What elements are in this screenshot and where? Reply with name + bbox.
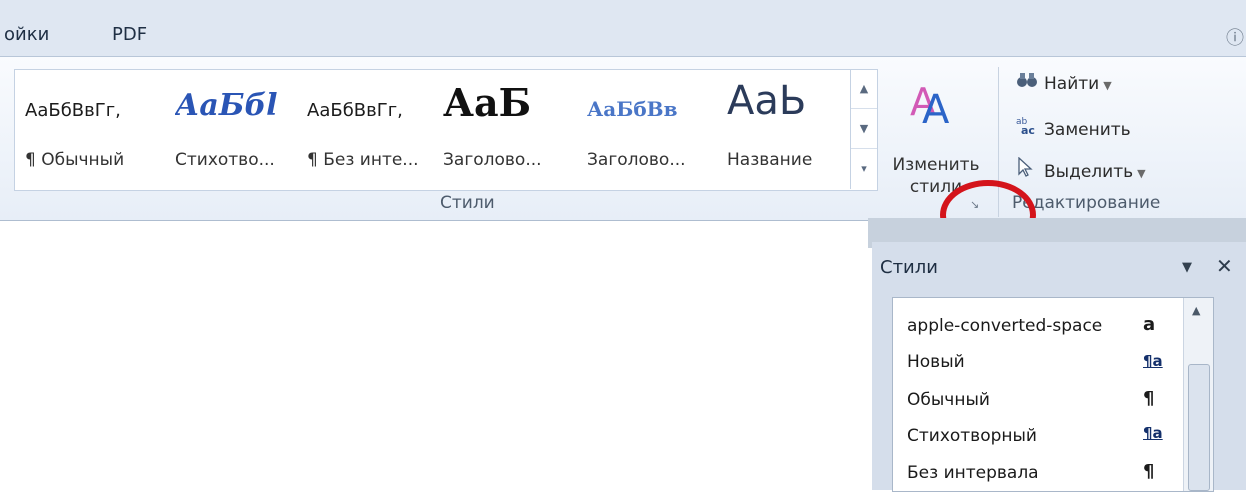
replace-button[interactable]: ab ac Заменить: [1016, 115, 1131, 140]
chevron-down-icon: ▼: [1103, 79, 1112, 92]
style-sample: АаБбl: [175, 88, 278, 123]
style-item-heading-1[interactable]: АаБ Заголово...: [443, 70, 578, 190]
scroll-up-icon[interactable]: ▲: [1192, 304, 1200, 317]
styles-pane-title: Стили: [880, 257, 938, 278]
scroll-thumb[interactable]: [1188, 364, 1210, 491]
pane-menu-icon[interactable]: ▼: [1182, 260, 1192, 275]
styles-pane: Стили ▼ ✕ apple-converted-space a Новый …: [872, 242, 1246, 492]
binoculars-icon: [1016, 71, 1044, 94]
style-name: Заголово...: [587, 150, 686, 170]
pane-scrollbar[interactable]: ▲: [1183, 298, 1213, 491]
style-sample: АаБбВвГг,: [25, 100, 121, 121]
select-label: Выделить: [1044, 162, 1134, 182]
select-button[interactable]: Выделить ▼: [1016, 156, 1146, 182]
style-item-poem[interactable]: АаБбl Стихотво...: [175, 70, 295, 190]
style-sample: АаБ: [443, 80, 532, 125]
tab-settings[interactable]: ойки: [4, 24, 49, 45]
style-name: ¶ Обычный: [25, 150, 125, 170]
gallery-scroll-up-icon[interactable]: ▲: [851, 69, 877, 109]
ribbon: АаБбВвГг, ¶ Обычный АаБбl Стихотво... Аа…: [0, 57, 1246, 221]
list-item[interactable]: Стихотворный: [907, 426, 1037, 446]
gallery-scroll-down-icon[interactable]: ▼: [851, 109, 877, 149]
change-styles-icon: A A: [910, 80, 950, 133]
paragraph-style-icon: ¶: [1143, 461, 1155, 482]
styles-list: apple-converted-space a Новый ¶a Обычный…: [892, 297, 1214, 492]
find-button[interactable]: Найти ▼: [1016, 71, 1112, 94]
style-sample: АаБбВв: [587, 97, 678, 121]
replace-label: Заменить: [1044, 120, 1131, 140]
replace-icon: ab ac: [1016, 115, 1044, 140]
svg-text:ac: ac: [1021, 124, 1035, 135]
list-item[interactable]: Обычный: [907, 390, 990, 410]
linked-style-icon: ¶a: [1143, 424, 1163, 442]
style-item-normal[interactable]: АаБбВвГг, ¶ Обычный: [25, 70, 155, 190]
list-item[interactable]: apple-converted-space: [907, 316, 1102, 336]
cursor-arrow-icon: [1016, 156, 1044, 182]
help-icon[interactable]: ⓘ: [1226, 24, 1244, 50]
style-name: Название: [727, 150, 813, 170]
gallery-scroll: ▲ ▼ ▾: [850, 69, 877, 189]
tab-pdf[interactable]: PDF: [112, 24, 147, 45]
style-sample: АаЬ: [727, 78, 807, 124]
style-sample: АаБбВвГг,: [307, 100, 403, 121]
paragraph-style-icon: ¶: [1143, 388, 1155, 409]
find-label: Найти: [1044, 74, 1100, 94]
linked-style-icon: ¶a: [1143, 352, 1163, 370]
char-style-icon: a: [1143, 314, 1156, 335]
style-item-title[interactable]: АаЬ Название: [727, 70, 857, 190]
list-item[interactable]: Новый: [907, 352, 965, 372]
ribbon-tab-strip: ойки PDF ⓘ: [0, 0, 1246, 57]
style-name: Заголово...: [443, 150, 542, 170]
close-icon[interactable]: ✕: [1216, 254, 1233, 278]
gallery-more-icon[interactable]: ▾: [851, 149, 877, 188]
styles-group-label: Стили: [440, 193, 495, 213]
change-styles-button[interactable]: A A Изменить стили: [882, 69, 992, 199]
style-item-heading-2[interactable]: АаБбВв Заголово...: [587, 70, 712, 190]
chevron-down-icon: ▼: [1137, 167, 1146, 180]
style-name: Стихотво...: [175, 150, 275, 170]
style-name: ¶ Без инте...: [307, 150, 419, 170]
list-item[interactable]: Без интервала: [907, 463, 1039, 483]
styles-gallery: АаБбВвГг, ¶ Обычный АаБбl Стихотво... Аа…: [14, 69, 878, 191]
style-item-no-spacing[interactable]: АаБбВвГг, ¶ Без инте...: [307, 70, 427, 190]
svg-text:A: A: [922, 87, 950, 133]
